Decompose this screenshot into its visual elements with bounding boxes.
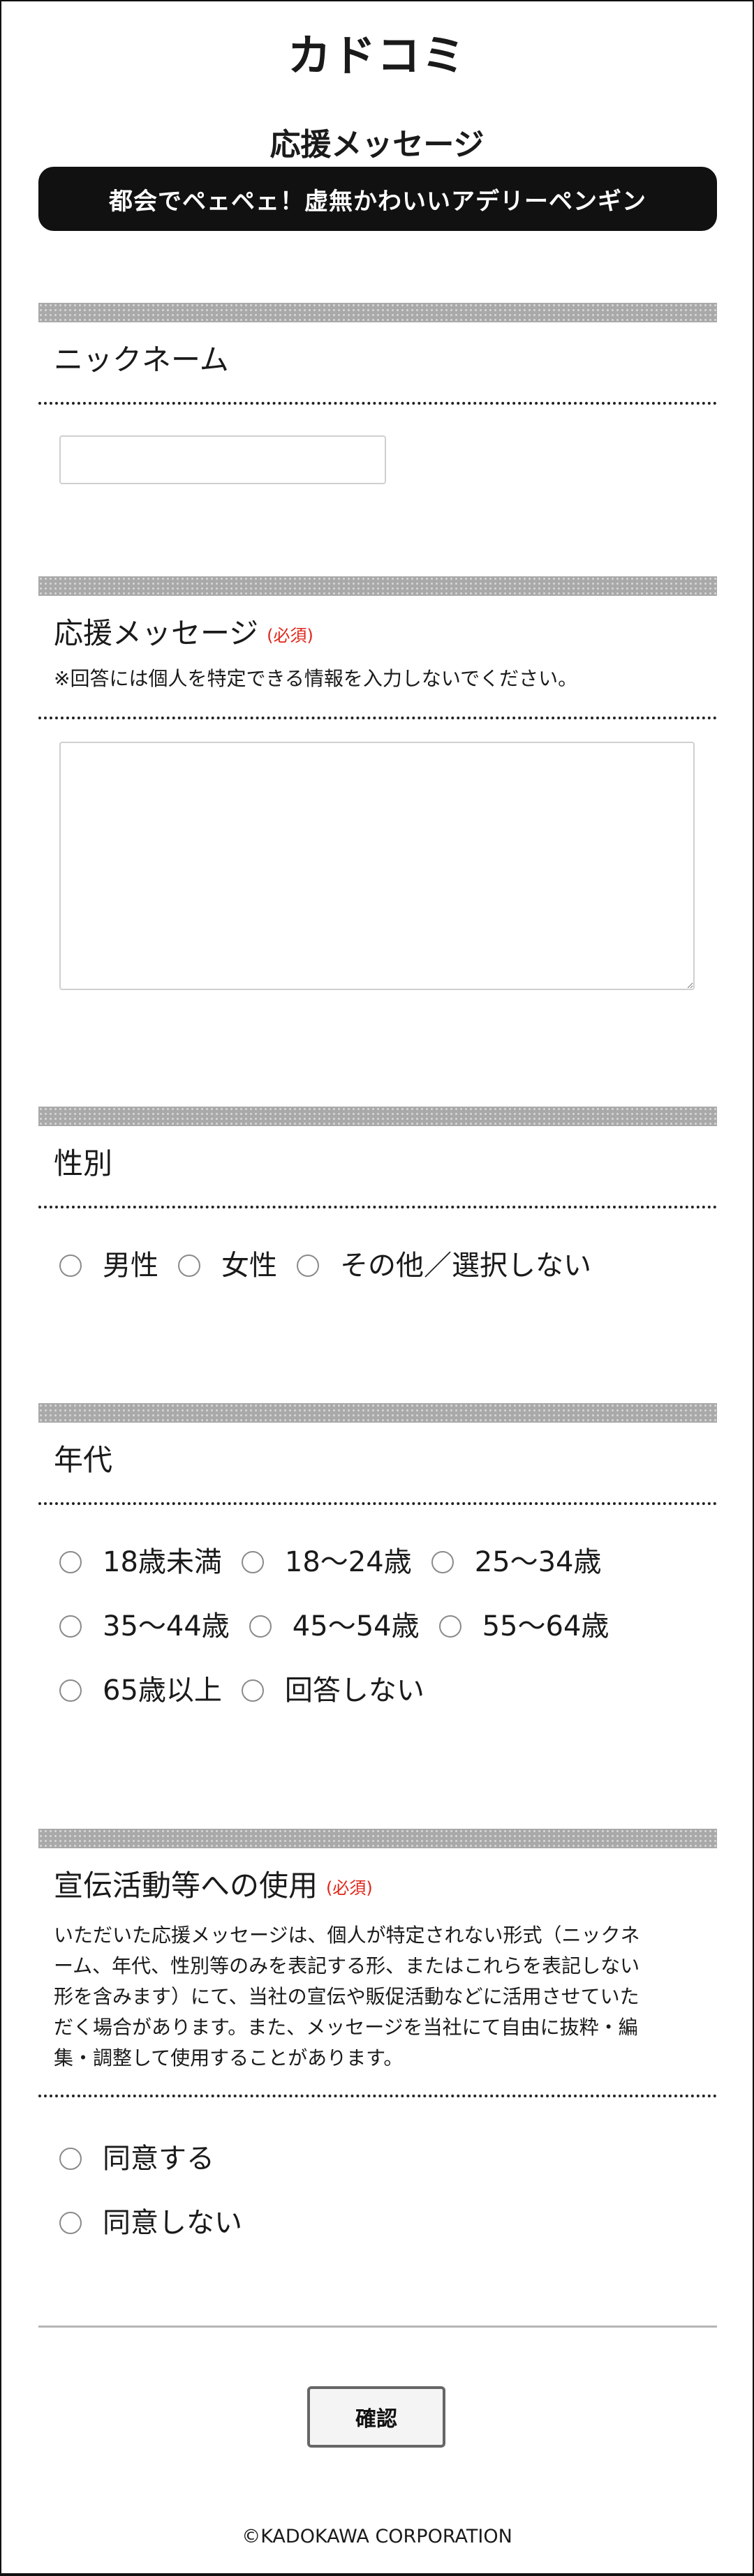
radio-label: 35〜44歳 — [103, 1610, 230, 1642]
dotted-divider — [38, 1206, 717, 1208]
required-badge: (必須) — [267, 625, 313, 645]
radio-button[interactable] — [59, 1615, 82, 1638]
message-note: ※回答には個人を特定できる情報を入力しないでください。 — [54, 666, 578, 690]
age-option-under-18[interactable]: 18歳未満 — [59, 1541, 222, 1583]
section-band — [38, 1403, 717, 1423]
radio-button[interactable] — [59, 2211, 82, 2234]
age-label: 年代 — [38, 1423, 717, 1502]
confirm-button[interactable]: 確認 — [307, 2386, 445, 2448]
title-banner: 都会でペェペェ！虚無かわいいアデリーペンギン — [38, 167, 717, 231]
section-band — [38, 1829, 717, 1848]
message-label: 応援メッセージ (必須) — [38, 596, 717, 657]
radio-label: 65歳以上 — [103, 1675, 222, 1707]
radio-label: 回答しない — [284, 1675, 424, 1707]
age-option-18-24[interactable]: 18〜24歳 — [241, 1541, 412, 1583]
dotted-divider — [38, 2094, 717, 2097]
promo-section: 宣伝活動等への使用 (必須) いただいた応援メッセージは、個人が特定されない形式（… — [38, 1829, 717, 2244]
age-options-row-1: 18歳未満 18〜24歳 25〜34歳 — [38, 1541, 717, 1583]
age-option-25-34[interactable]: 25〜34歳 — [431, 1541, 602, 1583]
promo-option-disagree-row: 同意しない — [38, 2202, 717, 2244]
promo-note-line: いただいた応援メッセージは、個人が特定されない形式（ニックネ — [54, 1923, 640, 1947]
age-option-65-plus[interactable]: 65歳以上 — [59, 1670, 222, 1712]
gender-option-other[interactable]: その他／選択しない — [297, 1245, 591, 1287]
radio-label: その他／選択しない — [340, 1250, 591, 1282]
kadocomi-logo[interactable]: カドコミ — [0, 28, 754, 84]
nickname-section: ニックネーム — [38, 303, 717, 484]
section-band — [38, 576, 717, 596]
age-options-row-3: 65歳以上 回答しない — [38, 1670, 717, 1712]
gender-option-male[interactable]: 男性 — [59, 1245, 158, 1287]
age-option-35-44[interactable]: 35〜44歳 — [59, 1605, 230, 1647]
page-title: 応援メッセージ — [269, 127, 485, 163]
radio-button[interactable] — [241, 1551, 264, 1573]
radio-label: 男性 — [103, 1250, 158, 1282]
message-label-text: 応援メッセージ — [54, 616, 259, 650]
dotted-divider — [38, 402, 717, 405]
section-band — [38, 1107, 717, 1126]
radio-button[interactable] — [297, 1255, 319, 1277]
age-label-text: 年代 — [54, 1443, 113, 1477]
radio-button[interactable] — [241, 1679, 264, 1702]
section-band — [38, 303, 717, 322]
age-option-45-54[interactable]: 45〜54歳 — [249, 1605, 420, 1647]
radio-label: 女性 — [221, 1250, 277, 1282]
radio-button[interactable] — [59, 1551, 82, 1573]
radio-button[interactable] — [59, 1679, 82, 1702]
radio-label: 同意しない — [103, 2206, 242, 2239]
radio-label: 同意する — [103, 2142, 214, 2175]
promo-note-line: ーム、年代、性別等のみを表記する形、またはこれらを表記しない — [54, 1954, 640, 1977]
radio-button[interactable] — [59, 1255, 82, 1277]
message-section: 応援メッセージ (必須) ※回答には個人を特定できる情報を入力しないでください。 — [38, 576, 717, 990]
age-option-55-64[interactable]: 55〜64歳 — [438, 1605, 609, 1647]
gender-label: 性別 — [38, 1126, 717, 1206]
radio-label: 55〜64歳 — [482, 1610, 609, 1642]
promo-label: 宣伝活動等への使用 (必須) — [38, 1848, 717, 1909]
required-badge: (必須) — [326, 1878, 373, 1898]
promo-label-text: 宣伝活動等への使用 — [54, 1869, 318, 1903]
promo-note-line: 形を含みます）にて、当社の宣伝や販促活動などに活用させていた — [54, 1984, 640, 2008]
nickname-label-text: ニックネーム — [54, 343, 229, 377]
radio-button[interactable] — [438, 1615, 461, 1638]
radio-label: 25〜34歳 — [474, 1546, 602, 1578]
radio-label: 45〜54歳 — [292, 1610, 420, 1642]
gender-label-text: 性別 — [54, 1146, 113, 1181]
radio-button[interactable] — [431, 1551, 454, 1573]
dotted-divider — [38, 716, 717, 719]
promo-option-agree-row: 同意する — [38, 2138, 717, 2180]
form-divider — [38, 2326, 717, 2328]
radio-button[interactable] — [59, 2147, 82, 2170]
promo-option-agree[interactable]: 同意する — [59, 2138, 214, 2180]
promo-option-disagree[interactable]: 同意しない — [59, 2202, 242, 2244]
age-option-no-answer[interactable]: 回答しない — [241, 1670, 424, 1712]
promo-note: いただいた応援メッセージは、個人が特定されない形式（ニックネ ーム、年代、性別等… — [38, 1909, 717, 2095]
gender-option-female[interactable]: 女性 — [178, 1245, 277, 1287]
age-options-row-2: 35〜44歳 45〜54歳 55〜64歳 — [38, 1605, 717, 1647]
dotted-divider — [38, 1502, 717, 1505]
radio-button[interactable] — [249, 1615, 272, 1638]
gender-options: 男性 女性 その他／選択しない — [38, 1245, 717, 1287]
nickname-input[interactable] — [59, 435, 386, 484]
promo-note-line: 集・調整して使用することがあります。 — [54, 2046, 404, 2069]
message-textarea[interactable] — [59, 741, 695, 990]
radio-button[interactable] — [178, 1255, 200, 1277]
radio-label: 18〜24歳 — [284, 1546, 412, 1578]
radio-label: 18歳未満 — [103, 1546, 222, 1578]
gender-section: 性別 男性 女性 その他／選択しない — [38, 1107, 717, 1287]
promo-note-line: だく場合があります。また、メッセージを当社にて自由に抜粋・編 — [54, 2015, 638, 2039]
age-section: 年代 18歳未満 18〜24歳 25〜34歳 35〜44歳 45〜54歳 55〜… — [38, 1403, 717, 1712]
nickname-label: ニックネーム — [38, 322, 717, 402]
copyright-footer: ©KADOKAWA CORPORATION — [242, 2526, 512, 2547]
